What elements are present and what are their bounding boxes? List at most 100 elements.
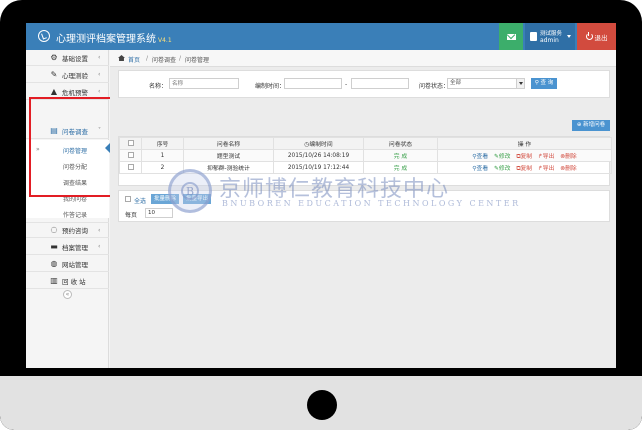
view-button[interactable]: ⚲查看 bbox=[472, 166, 488, 172]
per-page-select[interactable]: 10 bbox=[145, 208, 173, 218]
breadcrumb-separator: / bbox=[146, 55, 149, 62]
row-index: 1 bbox=[141, 149, 184, 162]
edit-button[interactable]: ✎修改 bbox=[494, 154, 510, 160]
monitor-frame: 心理测评档案管理系统V4.1 测试服务 admin 退出 ⚙ 基础设置 ‹ ✎ bbox=[0, 0, 642, 430]
user-name: admin bbox=[540, 37, 559, 44]
sidebar-item-label: 危机预警 bbox=[62, 88, 88, 97]
logout-label: 退出 bbox=[594, 33, 608, 42]
column-header: 问卷名称 bbox=[183, 137, 274, 150]
column-header: 序号 bbox=[141, 137, 184, 150]
submenu-item-answer-records[interactable]: 作答记录 bbox=[63, 210, 87, 219]
checkbox[interactable] bbox=[127, 139, 134, 146]
user-role: 测试服务 bbox=[540, 31, 563, 37]
status-select[interactable]: 全部 bbox=[447, 78, 525, 89]
chevron-down-icon bbox=[516, 79, 524, 88]
row-time: 2015/10/26 14:08:19 bbox=[273, 149, 364, 162]
view-button[interactable]: ⚲查看 bbox=[472, 154, 488, 160]
breadcrumb-level1[interactable]: 问卷调查 bbox=[152, 55, 176, 64]
column-header: 问卷状态 bbox=[363, 137, 438, 150]
top-header: 心理测评档案管理系统 V4.1 测试服务 admin 退出 bbox=[26, 23, 616, 50]
status-select-value: 全部 bbox=[450, 80, 462, 86]
start-time-input[interactable] bbox=[284, 78, 342, 89]
plus-icon: ⊕ bbox=[576, 122, 582, 128]
select-all-header[interactable] bbox=[119, 137, 142, 150]
breadcrumb-home[interactable]: 首页 bbox=[128, 55, 140, 64]
home-icon bbox=[118, 55, 125, 61]
name-label: 名称： bbox=[149, 83, 168, 90]
copy-button[interactable]: ⧉复制 bbox=[516, 166, 532, 172]
chevron-left-icon: ‹ bbox=[98, 226, 101, 234]
watermark-seal-letter: B bbox=[181, 182, 199, 200]
chevron-left-icon: ‹ bbox=[98, 243, 101, 250]
sidebar-item-psych-test[interactable]: ✎ 心理测验 ‹ bbox=[26, 67, 109, 83]
breadcrumb-separator: / bbox=[179, 55, 182, 62]
watermark-text-en: BNUBOREN EDUCATION TECHNOLOGY CENTER bbox=[222, 199, 521, 208]
user-icon bbox=[530, 32, 537, 41]
sidebar-item-label: 心理测验 bbox=[62, 71, 88, 80]
screen: 心理测评档案管理系统V4.1 测试服务 admin 退出 ⚙ 基础设置 ‹ ✎ bbox=[26, 23, 616, 368]
checkbox[interactable] bbox=[127, 163, 134, 170]
sidebar-item-website[interactable]: ◍ 网站管理 bbox=[26, 256, 109, 272]
select-all-label[interactable]: 全选 bbox=[134, 196, 146, 205]
table-header-row: 序号 问卷名称 ◷编制时间 问卷状态 操 作 bbox=[119, 137, 612, 150]
sidebar-item-basic-settings[interactable]: ⚙ 基础设置 ‹ bbox=[26, 50, 109, 66]
logo-icon bbox=[38, 30, 50, 42]
per-page-value: 10 bbox=[148, 210, 155, 216]
time-separator: - bbox=[345, 81, 348, 88]
sidebar-item-label: 网站管理 bbox=[62, 260, 88, 269]
chat-icon: ◌ bbox=[50, 225, 58, 234]
app-title: 心理测评档案管理系统 V4.1 bbox=[56, 34, 172, 45]
edit-button[interactable]: ✎修改 bbox=[494, 166, 510, 172]
sidebar-item-appointment[interactable]: ◌ 预约咨询 ‹ bbox=[26, 222, 109, 238]
sidebar-item-archive[interactable]: ▬ 档案管理 ‹ bbox=[26, 239, 109, 255]
trash-icon: ▥ bbox=[50, 275, 58, 285]
mail-icon bbox=[506, 33, 516, 40]
sidebar-item-label: 回 收 站 bbox=[62, 277, 86, 286]
chevron-left-icon: ‹ bbox=[98, 88, 101, 95]
gears-icon: ⚙ bbox=[50, 52, 58, 62]
sidebar-item-recycle[interactable]: ▥ 回 收 站 bbox=[26, 273, 109, 289]
warning-icon: ▲ bbox=[50, 86, 58, 96]
checkbox[interactable] bbox=[127, 151, 134, 158]
search-button[interactable]: ⚲ 查 询 bbox=[531, 78, 557, 89]
table-row: 1 题型测试 2015/10/26 14:08:19 完 成 ⚲查看 ✎修改 ⧉… bbox=[119, 149, 612, 162]
name-input[interactable] bbox=[169, 78, 239, 89]
power-icon bbox=[585, 31, 593, 40]
search-button-label: 查 询 bbox=[540, 80, 554, 86]
folder-icon: ▬ bbox=[50, 241, 58, 251]
row-status: 完 成 bbox=[363, 149, 438, 162]
add-survey-button[interactable]: ⊕ 新增问卷 bbox=[572, 120, 610, 131]
end-time-input[interactable] bbox=[351, 78, 409, 89]
chevron-down-icon bbox=[567, 35, 571, 38]
edit-icon: ✎ bbox=[50, 69, 58, 79]
watermark-seal: B bbox=[168, 169, 212, 213]
sidebar-item-label: 预约咨询 bbox=[62, 227, 88, 235]
globe-icon: ◍ bbox=[50, 258, 58, 268]
row-name: 题型测试 bbox=[183, 149, 274, 162]
copy-button[interactable]: ⧉复制 bbox=[516, 154, 532, 160]
highlight-box bbox=[29, 97, 115, 197]
per-page-label: 每页 bbox=[125, 212, 138, 219]
chevron-left-icon: ‹ bbox=[98, 71, 101, 78]
search-bar: 名称： 编制时间： - 问卷状态： 全部 ⚲ 查 询 bbox=[118, 70, 610, 98]
checkbox[interactable] bbox=[125, 196, 131, 202]
row-ops: ⚲查看 ✎修改 ⧉复制 ↱导出 ⊗删除 bbox=[437, 161, 612, 174]
column-header: ◷编制时间 bbox=[273, 137, 364, 150]
column-header: 操 作 bbox=[437, 137, 612, 150]
search-icon: ⚲ bbox=[534, 80, 539, 86]
mail-button[interactable] bbox=[499, 23, 523, 50]
sidebar-item-label: 档案管理 bbox=[62, 243, 88, 252]
monitor-button bbox=[307, 390, 337, 420]
user-menu[interactable]: 测试服务 admin bbox=[525, 23, 575, 50]
collapse-sidebar-button[interactable]: « bbox=[63, 290, 72, 299]
delete-button[interactable]: ⊗删除 bbox=[560, 154, 576, 160]
sidebar-item-label: 基础设置 bbox=[62, 54, 88, 63]
delete-button[interactable]: ⊗删除 bbox=[560, 166, 576, 172]
add-survey-label: 新增问卷 bbox=[583, 122, 606, 128]
export-button[interactable]: ↱导出 bbox=[538, 166, 554, 172]
logout-button[interactable]: 退出 bbox=[577, 23, 616, 50]
breadcrumb: 首页 / 问卷调查 / 问卷管理 bbox=[110, 50, 616, 67]
chevron-left-icon: ‹ bbox=[98, 54, 101, 61]
breadcrumb-level2: 问卷管理 bbox=[185, 57, 210, 64]
export-button[interactable]: ↱导出 bbox=[538, 154, 554, 160]
